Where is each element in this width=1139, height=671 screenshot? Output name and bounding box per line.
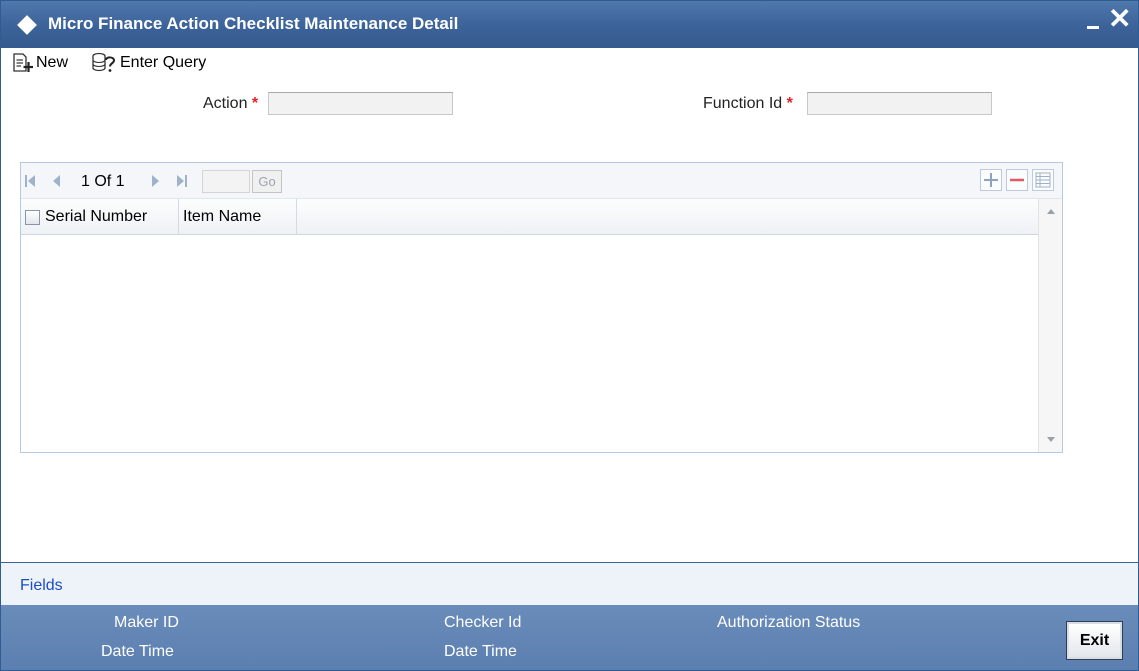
checker-date-time-label: Date Time — [444, 643, 517, 660]
column-item-name-label: Item Name — [183, 208, 262, 225]
grid-table: Serial Number Item Name — [21, 199, 1038, 452]
previous-page-icon[interactable] — [52, 174, 62, 188]
add-row-button[interactable] — [980, 169, 1002, 191]
first-page-icon[interactable] — [24, 174, 36, 188]
single-view-button[interactable] — [1032, 169, 1054, 191]
authorization-status-label: Authorization Status — [717, 614, 861, 631]
select-all-checkbox[interactable] — [25, 209, 40, 225]
function-id-label-text: Function Id — [703, 95, 783, 112]
action-input[interactable] — [268, 92, 453, 115]
page-number-input[interactable] — [202, 170, 250, 193]
column-header-item-name[interactable]: Item Name — [179, 199, 297, 235]
audit-footer: Maker ID Date Time Checker Id Date Time … — [1, 605, 1138, 670]
new-button[interactable]: New — [12, 51, 68, 75]
maker-date-time-label: Date Time — [101, 643, 174, 660]
form-area: Action * Function Id * 1 Of 1 Go Serial … — [1, 78, 1138, 562]
enter-query-button[interactable]: Enter Query — [91, 51, 206, 75]
close-button[interactable]: ✕ — [1108, 5, 1131, 33]
action-required-marker: * — [251, 95, 259, 112]
window-title: Micro Finance Action Checklist Maintenan… — [48, 14, 459, 33]
maintenance-window: Micro Finance Action Checklist Maintenan… — [0, 0, 1139, 671]
function-id-input[interactable] — [807, 92, 992, 115]
new-button-label: New — [36, 54, 69, 71]
exit-button[interactable]: Exit — [1066, 621, 1123, 660]
grid-pager: 1 Of 1 Go — [21, 163, 1062, 199]
page-indicator: 1 Of 1 — [81, 173, 125, 190]
checklist-grid: 1 Of 1 Go Serial Number Item Name — [20, 162, 1063, 453]
fields-bar: Fields — [1, 562, 1138, 605]
function-id-required-marker: * — [786, 95, 793, 112]
column-serial-number-label: Serial Number — [45, 208, 148, 225]
column-header-serial-number[interactable]: Serial Number — [21, 199, 179, 235]
go-button[interactable]: Go — [252, 170, 282, 193]
last-page-icon[interactable] — [176, 174, 188, 188]
next-page-icon[interactable] — [150, 174, 160, 188]
action-label-text: Action — [203, 95, 248, 112]
maker-id-label: Maker ID — [114, 614, 179, 631]
list-view-icon — [1035, 172, 1051, 188]
title-bar[interactable]: Micro Finance Action Checklist Maintenan… — [1, 1, 1138, 48]
action-label: Action * — [203, 95, 258, 113]
minimize-button[interactable] — [1084, 14, 1104, 34]
checker-id-label: Checker Id — [444, 614, 522, 631]
scroll-down-icon[interactable] — [1047, 437, 1055, 442]
table-header: Serial Number Item Name — [21, 199, 1038, 235]
minus-icon — [1010, 178, 1024, 182]
enter-query-label: Enter Query — [120, 54, 207, 71]
window-diamond-icon — [17, 15, 37, 35]
plus-icon — [984, 173, 998, 187]
fields-link[interactable]: Fields — [20, 577, 63, 595]
scroll-up-icon[interactable] — [1047, 209, 1055, 214]
toolbar: New Enter Query — [1, 48, 1138, 78]
grid-vertical-scrollbar[interactable] — [1038, 199, 1062, 452]
function-id-label: Function Id * — [703, 95, 793, 113]
enter-query-icon — [92, 52, 116, 72]
new-document-icon — [13, 53, 33, 72]
delete-row-button[interactable] — [1006, 169, 1028, 191]
